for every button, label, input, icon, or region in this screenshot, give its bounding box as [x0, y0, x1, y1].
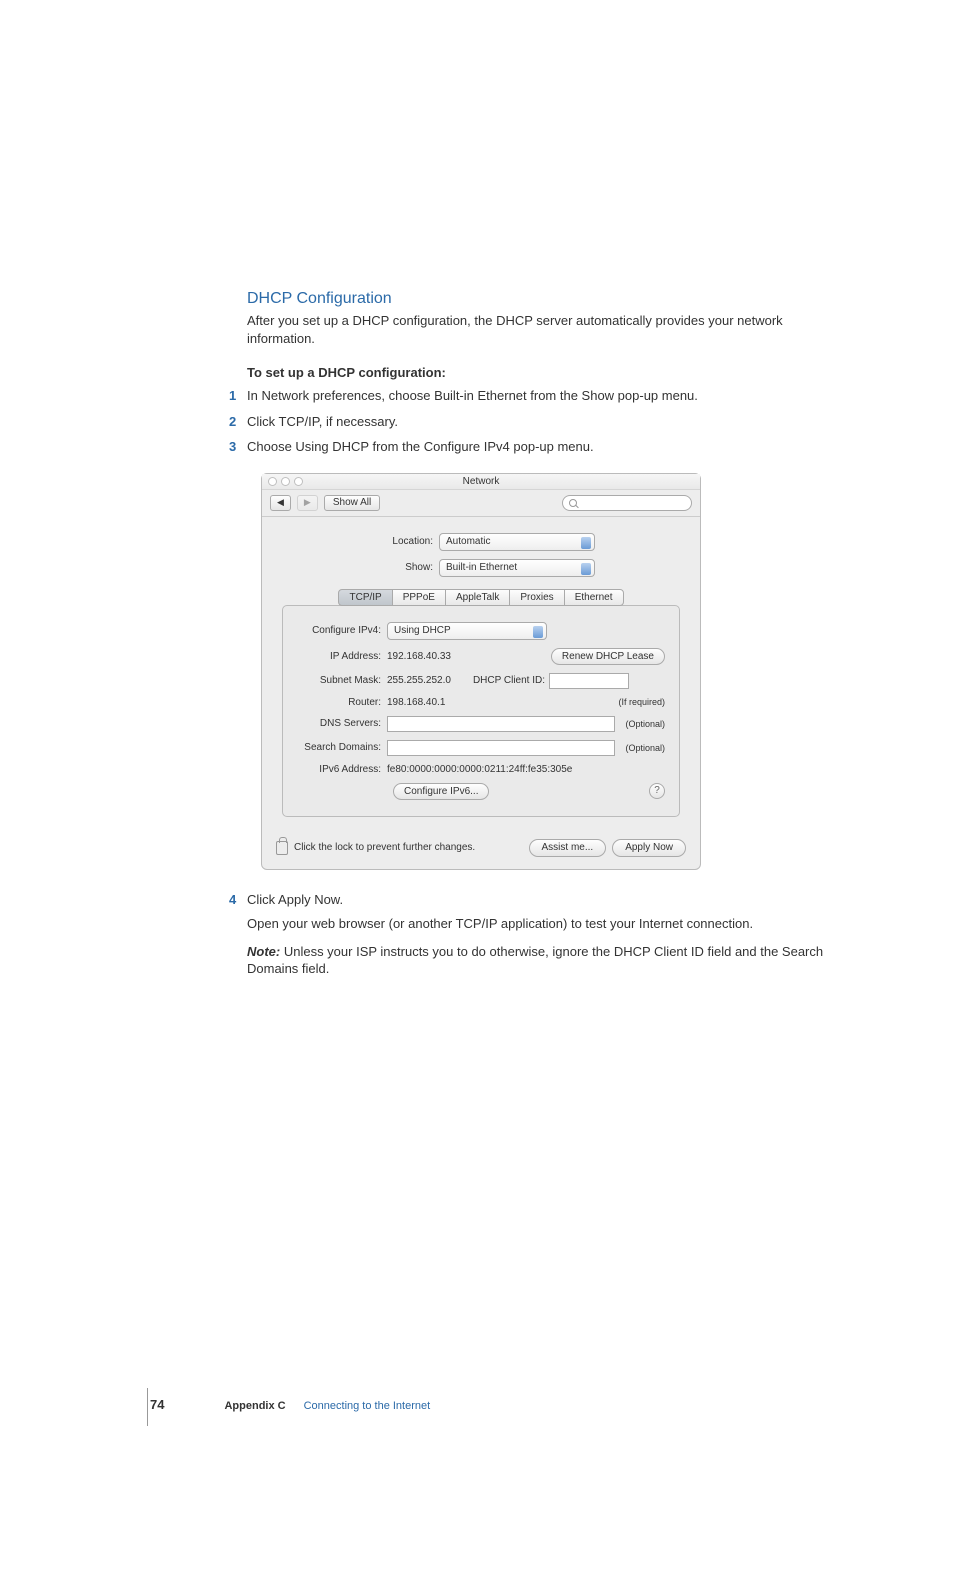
page-footer: 74 Appendix C Connecting to the Internet: [150, 1397, 430, 1412]
router-label: Router:: [297, 697, 387, 708]
show-all-button[interactable]: Show All: [324, 495, 380, 511]
appendix-title: Connecting to the Internet: [304, 1400, 431, 1412]
dns-servers-input[interactable]: [387, 716, 615, 732]
optional-text: (Optional): [625, 743, 665, 753]
window-bottom-bar: Click the lock to prevent further change…: [262, 829, 700, 869]
tab-bar: TCP/IP PPPoE AppleTalk Proxies Ethernet: [282, 589, 680, 606]
optional-text: (Optional): [625, 719, 665, 729]
show-label: Show:: [367, 562, 439, 573]
ip-address-label: IP Address:: [297, 651, 387, 662]
step-number: 1: [229, 386, 247, 406]
window-titlebar: Network: [262, 474, 700, 490]
window-title: Network: [262, 476, 700, 487]
search-domains-input[interactable]: [387, 740, 615, 756]
show-select[interactable]: Built-in Ethernet: [439, 559, 595, 577]
ipv6-address-value: fe80:0000:0000:0000:0211:24ff:fe35:305e: [387, 764, 572, 775]
page-number: 74: [150, 1397, 164, 1412]
tab-pppoe[interactable]: PPPoE: [392, 589, 446, 606]
tab-tcpip[interactable]: TCP/IP: [338, 589, 392, 606]
window-toolbar: ◀ ▶ Show All: [262, 490, 700, 517]
configure-ipv6-button[interactable]: Configure IPv6...: [393, 783, 489, 800]
renew-dhcp-button[interactable]: Renew DHCP Lease: [551, 648, 665, 665]
step-text: Click TCP/IP, if necessary.: [247, 412, 827, 432]
step-number: 2: [229, 412, 247, 432]
tab-appletalk[interactable]: AppleTalk: [445, 589, 510, 606]
step-text: Click Apply Now.: [247, 890, 827, 910]
ip-address-value: 192.168.40.33: [387, 651, 451, 662]
subnet-mask-label: Subnet Mask:: [297, 675, 387, 686]
tcpip-tab-content: Configure IPv4: Using DHCP IP Address: 1…: [282, 605, 680, 817]
note-label: Note:: [247, 944, 280, 959]
assist-me-button[interactable]: Assist me...: [529, 839, 607, 857]
dhcp-client-id-input[interactable]: [549, 673, 629, 689]
post-para-1: Open your web browser (or another TCP/IP…: [247, 915, 827, 933]
tab-ethernet[interactable]: Ethernet: [564, 589, 624, 606]
footer-rule: [147, 1388, 148, 1426]
if-required-text: (If required): [618, 697, 665, 707]
location-label: Location:: [367, 536, 439, 547]
dhcp-client-id-label: DHCP Client ID:: [473, 675, 545, 686]
step-3: 3 Choose Using DHCP from the Configure I…: [247, 437, 827, 457]
step-4: 4 Click Apply Now.: [247, 890, 827, 910]
note-para: Note: Unless your ISP instructs you to d…: [247, 943, 827, 978]
lock-text: Click the lock to prevent further change…: [294, 842, 475, 853]
search-icon: [569, 499, 577, 507]
location-select[interactable]: Automatic: [439, 533, 595, 551]
apply-now-button[interactable]: Apply Now: [612, 839, 686, 857]
step-number: 3: [229, 437, 247, 457]
network-window: Network ◀ ▶ Show All Location: Automatic…: [261, 473, 701, 870]
dns-servers-label: DNS Servers:: [297, 718, 387, 729]
help-button[interactable]: ?: [649, 783, 665, 799]
configure-ipv4-select[interactable]: Using DHCP: [387, 622, 547, 640]
setup-subheading: To set up a DHCP configuration:: [247, 365, 827, 380]
forward-button[interactable]: ▶: [297, 495, 318, 511]
ipv6-address-label: IPv6 Address:: [297, 764, 387, 775]
lock-icon[interactable]: [276, 841, 288, 855]
network-prefs-screenshot: Network ◀ ▶ Show All Location: Automatic…: [261, 473, 827, 870]
main-panel: Location: Automatic Show: Built-in Ether…: [262, 517, 700, 829]
note-text: Unless your ISP instructs you to do othe…: [247, 944, 823, 977]
appendix-label: Appendix C: [224, 1400, 285, 1412]
step-text: Choose Using DHCP from the Configure IPv…: [247, 437, 827, 457]
intro-text: After you set up a DHCP configuration, t…: [247, 312, 827, 347]
step-1: 1 In Network preferences, choose Built-i…: [247, 386, 827, 406]
step-text: In Network preferences, choose Built-in …: [247, 386, 827, 406]
back-button[interactable]: ◀: [270, 495, 291, 511]
tab-proxies[interactable]: Proxies: [509, 589, 564, 606]
step-2: 2 Click TCP/IP, if necessary.: [247, 412, 827, 432]
subnet-mask-value: 255.255.252.0: [387, 675, 451, 686]
configure-ipv4-label: Configure IPv4:: [297, 625, 387, 636]
router-value: 198.168.40.1: [387, 697, 445, 708]
step-number: 4: [229, 890, 247, 910]
dhcp-heading: DHCP Configuration: [247, 290, 827, 308]
search-input[interactable]: [562, 495, 692, 511]
search-domains-label: Search Domains:: [297, 742, 387, 753]
